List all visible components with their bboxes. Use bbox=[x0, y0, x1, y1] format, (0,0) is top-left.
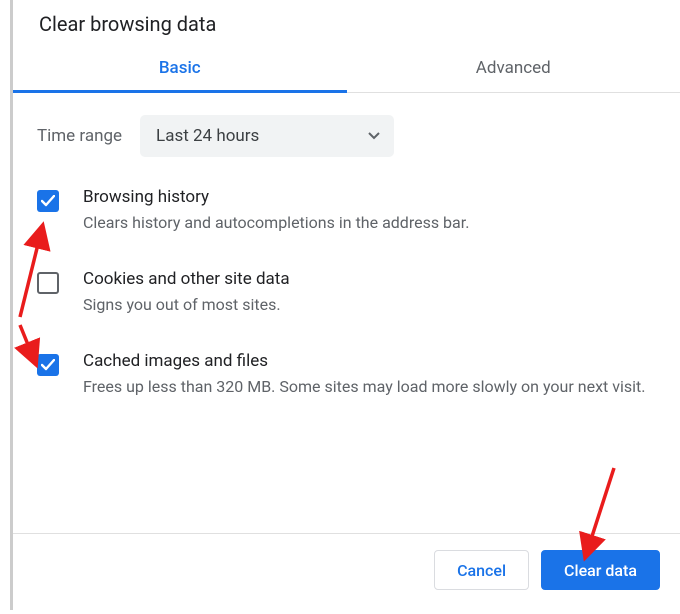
time-range-label: Time range bbox=[37, 126, 122, 146]
option-desc: Frees up less than 320 MB. Some sites ma… bbox=[83, 375, 645, 399]
option-desc: Clears history and autocompletions in th… bbox=[83, 211, 469, 235]
chevron-down-icon bbox=[368, 132, 380, 140]
tab-basic[interactable]: Basic bbox=[13, 50, 347, 92]
checkbox-browsing-history[interactable] bbox=[37, 190, 59, 212]
tab-advanced[interactable]: Advanced bbox=[347, 50, 680, 92]
cancel-button[interactable]: Cancel bbox=[434, 550, 529, 590]
time-range-value: Last 24 hours bbox=[156, 126, 259, 146]
option-title: Cached images and files bbox=[83, 351, 645, 371]
clear-data-button[interactable]: Clear data bbox=[541, 550, 660, 590]
dialog-title: Clear browsing data bbox=[13, 0, 680, 46]
tabs: Basic Advanced bbox=[13, 50, 680, 93]
option-cache: Cached images and files Frees up less th… bbox=[37, 351, 656, 399]
checkbox-cache[interactable] bbox=[37, 354, 59, 376]
check-icon bbox=[41, 195, 55, 207]
checkbox-cookies[interactable] bbox=[37, 272, 59, 294]
option-title: Cookies and other site data bbox=[83, 269, 290, 289]
option-browsing-history: Browsing history Clears history and auto… bbox=[37, 187, 656, 235]
option-desc: Signs you out of most sites. bbox=[83, 293, 290, 317]
time-range-select[interactable]: Last 24 hours bbox=[140, 115, 394, 157]
option-cookies: Cookies and other site data Signs you ou… bbox=[37, 269, 656, 317]
option-title: Browsing history bbox=[83, 187, 469, 207]
check-icon bbox=[41, 359, 55, 371]
dialog-footer: Cancel Clear data bbox=[13, 533, 680, 610]
